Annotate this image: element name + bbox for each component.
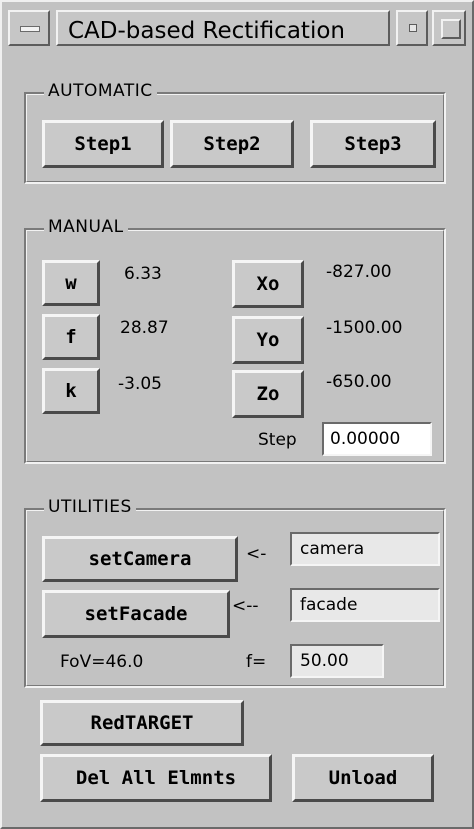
delete-all-elements-button[interactable]: Del All Elmnts — [40, 754, 272, 802]
xo-button[interactable]: Xo — [232, 260, 304, 308]
utilities-group: UTILITIES setCamera <- camera setFacade … — [24, 497, 446, 688]
facade-arrow: <-- — [232, 596, 259, 616]
red-target-button[interactable]: RedTARGET — [40, 700, 244, 746]
maximize-button[interactable] — [432, 10, 466, 46]
automatic-group: AUTOMATIC Step1 Step2 Step3 — [24, 81, 446, 184]
camera-arrow: <- — [246, 544, 267, 564]
title-box[interactable]: CAD-based Rectification — [56, 10, 390, 46]
rectification-window: CAD-based Rectification AUTOMATIC Step1 … — [0, 0, 474, 829]
camera-field[interactable]: camera — [290, 532, 440, 566]
maximize-icon — [441, 19, 461, 39]
focal-length-label: f= — [246, 652, 267, 672]
yo-value: -1500.00 — [326, 318, 403, 338]
minimize-button[interactable] — [396, 10, 428, 46]
step2-button[interactable]: Step2 — [170, 120, 294, 168]
step3-button[interactable]: Step3 — [310, 120, 436, 168]
unload-button[interactable]: Unload — [292, 754, 434, 802]
window-title: CAD-based Rectification — [68, 18, 345, 44]
set-facade-button[interactable]: setFacade — [42, 590, 230, 638]
w-value: 6.33 — [124, 264, 162, 284]
fov-label: FoV=46.0 — [60, 652, 144, 672]
xo-value: -827.00 — [326, 262, 392, 282]
minimize-icon — [409, 24, 417, 32]
window-menu-button[interactable] — [8, 10, 50, 46]
zo-value: -650.00 — [326, 372, 392, 392]
utilities-legend: UTILITIES — [44, 497, 136, 517]
facade-field[interactable]: facade — [290, 588, 440, 622]
focal-length-field[interactable]: 50.00 — [290, 644, 384, 678]
automatic-legend: AUTOMATIC — [44, 81, 157, 101]
k-value: -3.05 — [118, 374, 162, 394]
title-bar: CAD-based Rectification — [6, 6, 468, 52]
yo-button[interactable]: Yo — [232, 316, 304, 364]
w-button[interactable]: w — [42, 260, 100, 306]
set-camera-button[interactable]: setCamera — [42, 536, 238, 582]
manual-legend: MANUAL — [44, 217, 128, 237]
k-button[interactable]: k — [42, 368, 100, 414]
step1-button[interactable]: Step1 — [42, 120, 164, 168]
f-button[interactable]: f — [42, 314, 100, 360]
f-value: 28.87 — [120, 318, 169, 338]
step-input[interactable]: 0.00000 — [322, 422, 432, 456]
manual-group: MANUAL w 6.33 f 28.87 k -3.05 Xo -827.00… — [24, 217, 446, 464]
zo-button[interactable]: Zo — [232, 370, 304, 418]
window-menu-icon — [20, 26, 40, 32]
step-label: Step — [258, 430, 297, 450]
